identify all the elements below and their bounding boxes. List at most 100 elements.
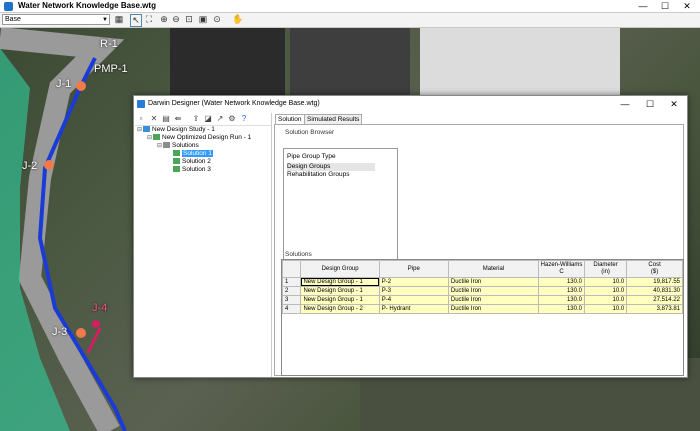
run-icon (153, 134, 160, 141)
app-titlebar: Water Network Knowledge Base.wtg — ☐ ✕ (0, 0, 700, 13)
run-icon[interactable]: ◪ (203, 114, 213, 124)
help-icon[interactable]: ? (239, 114, 249, 124)
select-pointer-icon[interactable]: ↖ (130, 14, 142, 27)
table-row[interactable]: 3 New Design Group - 1 P-4 Ductile Iron … (281, 295, 683, 305)
cell-hazen-williams[interactable]: 130.0 (538, 295, 585, 305)
junction-marker[interactable] (76, 328, 86, 338)
design-tree-pane: ▫ ✕ ▤ ⇚ ⇪ ◪ ↗ ⚙ ? ⊟ New Design Study - 1 … (135, 113, 272, 377)
darwin-icon (137, 100, 145, 108)
table-row[interactable]: 4 New Design Group - 2 P- Hydrant Ductil… (281, 304, 683, 314)
tree-item-study[interactable]: ⊟ New Design Study - 1 (137, 126, 215, 134)
row-number: 2 (281, 286, 302, 296)
cell-pipe[interactable]: P- Hydrant (378, 304, 449, 314)
zoom-in-icon[interactable]: ⊕ (159, 14, 169, 25)
junction-marker[interactable] (76, 81, 86, 91)
map-label-pump: PMP-1 (94, 63, 128, 75)
solution-pane: Solution Simulated Results Solution Brow… (274, 113, 686, 377)
solution-browser-label: Solution Browser (285, 129, 335, 136)
cell-pipe[interactable]: P-3 (378, 286, 449, 296)
chevron-down-icon: ▼ (102, 17, 108, 23)
cell-diameter[interactable]: 10.0 (583, 304, 628, 314)
minimize-button[interactable]: — (632, 0, 654, 13)
properties-icon[interactable]: ▤ (161, 114, 171, 124)
cell-pipe[interactable]: P-4 (378, 295, 449, 305)
column-header[interactable]: Diameter (in) (583, 260, 628, 278)
close-button[interactable]: ✕ (676, 0, 698, 13)
hydrant-pipe (86, 327, 102, 354)
cell-material[interactable]: Ductile Iron (447, 304, 540, 314)
zoom-extents-icon[interactable]: ⛶ (144, 14, 154, 25)
solutions-table: Design Group Pipe Material Hazen-William… (281, 260, 683, 314)
map-label-junction: J-4 (92, 302, 108, 314)
dialog-title: Darwin Designer (Water Network Knowledge… (148, 100, 320, 107)
column-header[interactable]: Material (447, 260, 540, 278)
tree-item-solution-1[interactable]: Solution 1 (173, 150, 213, 158)
column-header[interactable]: Hazen-Williams C (538, 260, 585, 278)
cell-design-group[interactable]: New Design Group - 2 (300, 304, 380, 314)
pan-hand-icon[interactable]: ✋ (232, 14, 243, 25)
export-icon[interactable]: ⇪ (191, 114, 201, 124)
solutions-grid: Design Group Pipe Material Hazen-William… (281, 259, 684, 376)
zoom-window-icon[interactable]: ⊡ (184, 14, 194, 25)
map-label-junction: J-1 (56, 78, 72, 90)
map-label-junction: J-2 (22, 160, 38, 172)
map-label-reservoir: R-1 (100, 38, 118, 50)
app-icon (4, 2, 13, 11)
delete-icon[interactable]: ✕ (149, 114, 159, 124)
tree-item-run[interactable]: ⊟ New Optimized Design Run - 1 (147, 134, 251, 142)
cell-design-group[interactable]: New Design Group - 1 (300, 277, 380, 287)
solution-icon (173, 158, 180, 165)
column-header[interactable]: Pipe (378, 260, 449, 278)
scenario-icon[interactable]: ▦ (114, 14, 124, 25)
cell-diameter[interactable]: 10.0 (583, 295, 628, 305)
table-row[interactable]: 2 New Design Group - 1 P-3 Ductile Iron … (281, 286, 683, 296)
cell-diameter[interactable]: 10.0 (583, 277, 628, 287)
tree-item-solution-3[interactable]: Solution 3 (173, 166, 211, 174)
cell-material[interactable]: Ductile Iron (447, 277, 540, 287)
cell-hazen-williams[interactable]: 130.0 (538, 304, 585, 314)
tree-item-solutions[interactable]: ⊟ Solutions (157, 142, 199, 150)
dialog-titlebar: Darwin Designer (Water Network Knowledge… (134, 96, 687, 112)
zoom-previous-icon[interactable]: ▣ (198, 14, 208, 25)
maximize-button[interactable]: ☐ (654, 0, 676, 13)
zoom-dropdown-icon[interactable]: ⊙ (212, 14, 222, 25)
row-number: 1 (281, 277, 302, 287)
cell-design-group[interactable]: New Design Group - 1 (300, 286, 380, 296)
column-header[interactable]: Design Group (300, 260, 380, 278)
cell-material[interactable]: Ductile Iron (447, 295, 540, 305)
cell-cost[interactable]: 19,817.55 (626, 277, 683, 287)
cell-diameter[interactable]: 10.0 (583, 286, 628, 296)
column-header[interactable]: Cost ($) (626, 260, 683, 278)
cell-pipe[interactable]: P-2 (378, 277, 449, 287)
dialog-close-button[interactable]: ✕ (662, 97, 686, 111)
row-number: 4 (281, 304, 302, 314)
tree-item-solution-2[interactable]: Solution 2 (173, 158, 211, 166)
zoom-out-icon[interactable]: ⊖ (171, 14, 181, 25)
map-label-junction: J-3 (52, 326, 68, 338)
cell-hazen-williams[interactable]: 130.0 (538, 277, 585, 287)
row-number: 3 (281, 295, 302, 305)
scenario-select[interactable]: Base ▼ (2, 14, 110, 25)
list-item[interactable]: Rehabilitation Groups (287, 171, 350, 179)
junction-marker[interactable] (92, 320, 100, 328)
tab-content: Solution Browser Pipe Group Type Design … (274, 124, 684, 376)
cell-cost[interactable]: 27,514.22 (626, 295, 683, 305)
parking-lot-shape (290, 28, 410, 98)
solution-browser-list[interactable]: Pipe Group Type Design Groups Rehabilita… (283, 148, 398, 262)
cell-hazen-williams[interactable]: 130.0 (538, 286, 585, 296)
tree-toolbar: ▫ ✕ ▤ ⇚ ⇪ ◪ ↗ ⚙ ? (135, 113, 271, 126)
dialog-maximize-button[interactable]: ☐ (638, 97, 662, 111)
cell-cost[interactable]: 3,873.81 (626, 304, 683, 314)
graph-icon[interactable]: ↗ (215, 114, 225, 124)
cell-design-group[interactable]: New Design Group - 1 (300, 295, 380, 305)
list-item[interactable]: Design Groups (287, 163, 375, 171)
new-icon[interactable]: ▫ (136, 114, 146, 124)
options-icon[interactable]: ⚙ (227, 114, 237, 124)
table-row[interactable]: 1 New Design Group - 1 P-2 Ductile Iron … (281, 277, 683, 287)
cell-material[interactable]: Ductile Iron (447, 286, 540, 296)
junction-marker[interactable] (44, 160, 54, 170)
cell-cost[interactable]: 40,831.30 (626, 286, 683, 296)
rename-icon[interactable]: ⇚ (173, 114, 183, 124)
solution-icon (173, 150, 180, 157)
dialog-minimize-button[interactable]: — (613, 97, 637, 111)
